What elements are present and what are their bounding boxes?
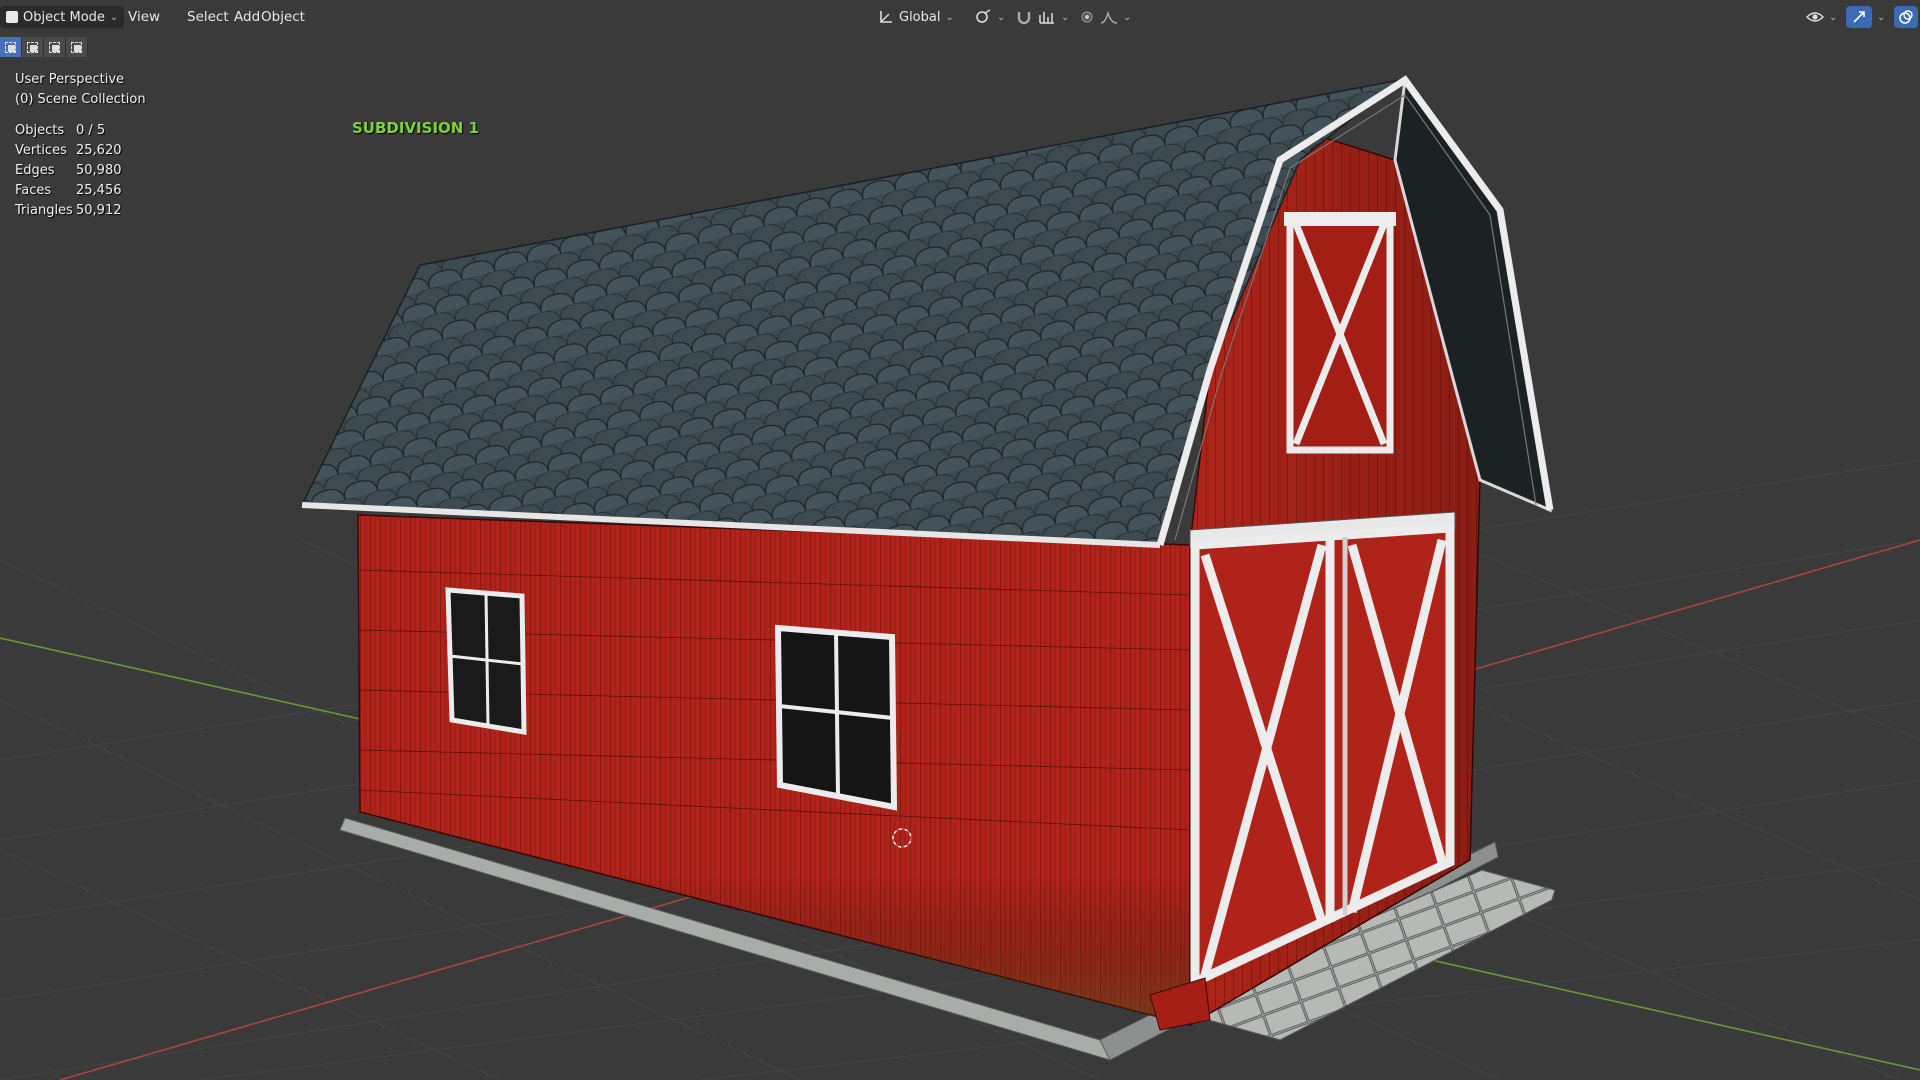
proportional-edit-icon <box>1081 11 1093 23</box>
viewport-header: Object Mode ⌄ View Select Add Object Glo… <box>0 0 1920 36</box>
stats-row: Edges 50,980 <box>15 161 122 181</box>
gizmo-selector[interactable]: ⌄ <box>1840 6 1891 28</box>
menu-select-label: Select <box>187 9 229 25</box>
transform-axes-icon <box>880 11 892 23</box>
proportional-falloff-selector[interactable]: ⌄ <box>1094 6 1137 28</box>
stats-row: Objects 0 / 5 <box>15 121 122 141</box>
menu-select[interactable]: Select <box>181 6 235 28</box>
stat-label: Faces <box>15 183 52 198</box>
pivot-icon <box>976 9 991 23</box>
overlays-toggle[interactable] <box>1888 6 1920 28</box>
object-mode-icon <box>6 11 18 23</box>
overlays-icon <box>1894 6 1918 28</box>
chevron-down-icon: ⌄ <box>1061 11 1070 23</box>
menu-view-label: View <box>128 9 161 25</box>
snap-target-selector[interactable]: ⌄ <box>1032 6 1075 28</box>
chevron-down-icon: ⌄ <box>1829 11 1838 23</box>
falloff-curve-icon <box>1100 10 1118 24</box>
snap-increment-icon <box>1039 12 1054 24</box>
side-window-right <box>774 624 898 811</box>
side-window-left <box>445 587 527 735</box>
chevron-down-icon: ⌄ <box>109 11 119 23</box>
magnet-snap-icon <box>1017 12 1031 25</box>
stat-label: Edges <box>15 163 55 178</box>
viewport-info-overlay: User Perspective (0) Scene Collection <box>15 70 146 110</box>
stats-row: Faces 25,456 <box>15 181 122 201</box>
3d-cursor-icon[interactable] <box>890 826 914 850</box>
select-intersect-icon <box>71 41 82 53</box>
mode-selector[interactable]: Object Mode ⌄ <box>0 6 125 28</box>
stats-row: Triangles 50,912 <box>15 201 122 221</box>
stat-value: 25,456 <box>76 183 122 198</box>
select-mode-subtract-button[interactable] <box>44 37 66 57</box>
chevron-down-icon: ⌄ <box>945 11 954 23</box>
stat-value: 50,912 <box>76 203 122 218</box>
chevron-down-icon: ⌄ <box>1123 11 1132 23</box>
stat-label: Objects <box>15 123 65 138</box>
transform-orientation-selector[interactable]: Global ⌄ <box>872 6 960 28</box>
mode-label: Object Mode <box>23 9 105 25</box>
chevron-down-icon: ⌄ <box>997 11 1006 23</box>
menu-view[interactable]: View <box>122 6 166 28</box>
stat-value: 25,620 <box>76 143 122 158</box>
eye-visibility-icon <box>1806 12 1824 22</box>
selection-mode-buttons <box>0 37 88 59</box>
stat-label: Triangles <box>15 203 73 218</box>
scene-statistics: Objects 0 / 5 Vertices 25,620 Edges 50,9… <box>15 121 122 221</box>
stat-value: 0 / 5 <box>76 123 106 138</box>
gizmo-icon <box>1846 6 1872 28</box>
barn-scene[interactable] <box>0 0 1920 1080</box>
select-mode-intersect-button[interactable] <box>66 37 88 57</box>
select-mode-set-button[interactable] <box>0 37 22 57</box>
stats-row: Vertices 25,620 <box>15 141 122 161</box>
chevron-down-icon: ⌄ <box>1877 11 1886 23</box>
3d-viewport[interactable]: Object Mode ⌄ View Select Add Object Glo… <box>0 0 1920 1080</box>
visibility-selector[interactable]: ⌄ <box>1800 6 1843 28</box>
subdivision-label: SUBDIVISION 1 <box>352 119 479 137</box>
menu-object[interactable]: Object <box>255 6 311 28</box>
scene-collection-label: (0) Scene Collection <box>15 92 146 107</box>
select-extend-icon <box>27 41 38 53</box>
stat-value: 50,980 <box>76 163 122 178</box>
view-perspective-label: User Perspective <box>15 72 125 87</box>
loft-window <box>1284 212 1396 454</box>
select-mode-extend-button[interactable] <box>22 37 44 57</box>
select-subtract-icon <box>49 41 60 53</box>
select-set-icon <box>5 41 16 53</box>
pivot-point-selector[interactable]: ⌄ <box>968 6 1011 28</box>
stat-label: Vertices <box>15 143 67 158</box>
orientation-label: Global <box>899 9 941 25</box>
menu-object-label: Object <box>261 9 305 25</box>
